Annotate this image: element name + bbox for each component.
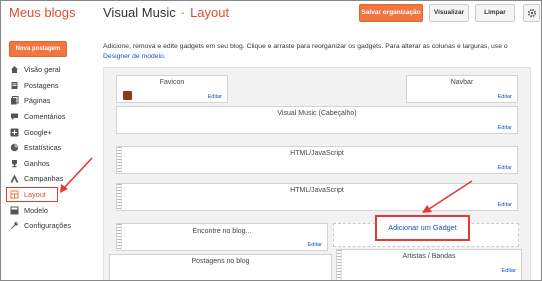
sidebar-item-label: Configurações bbox=[24, 221, 72, 231]
sidebar-item-label: Páginas bbox=[24, 96, 51, 106]
campaign-icon bbox=[10, 174, 19, 183]
sidebar-item-stats[interactable]: Estatísticas bbox=[1, 140, 97, 156]
gadget-title: Postagens no blog bbox=[191, 258, 250, 265]
trophy-icon bbox=[10, 159, 19, 168]
add-gadget-button[interactable]: Adicionar um Gadget bbox=[375, 215, 470, 241]
gadget-html-javascript-1[interactable]: HTML/JavaScript Editar bbox=[116, 146, 518, 174]
gadget-edit-link[interactable]: Editar bbox=[498, 202, 512, 208]
wrench-icon bbox=[10, 221, 19, 230]
sidebar-item-template[interactable]: Modelo bbox=[1, 202, 97, 218]
title-separator: · bbox=[180, 5, 186, 20]
sidebar-item-campaigns[interactable]: Campanhas bbox=[1, 171, 97, 187]
house-icon bbox=[10, 65, 19, 74]
gadget-edit-link[interactable]: Editar bbox=[498, 165, 512, 171]
intro-end: . bbox=[163, 52, 166, 60]
sidebar-item-pages[interactable]: Páginas bbox=[1, 93, 97, 109]
save-arrangement-button[interactable]: Salvar organização bbox=[359, 4, 423, 22]
section-title: Layout bbox=[190, 5, 230, 20]
sidebar-item-settings[interactable]: Configurações bbox=[1, 218, 97, 234]
gadget-edit-link[interactable]: Editar bbox=[308, 242, 322, 248]
gadget-title: Favicon bbox=[159, 79, 185, 86]
sidebar-item-overview[interactable]: Visão geral bbox=[1, 62, 97, 78]
gadget-title: HTML/JavaScript bbox=[290, 150, 344, 157]
gadget-title: Encontre no blog... bbox=[192, 228, 252, 235]
gadget-edit-link[interactable]: Editar bbox=[498, 94, 512, 100]
gadget-title: HTML/JavaScript bbox=[290, 187, 344, 194]
sidebar-item-label: Estatísticas bbox=[24, 143, 62, 153]
gadget-edit-link[interactable]: Editar bbox=[498, 125, 512, 131]
preview-button[interactable]: Visualizar bbox=[429, 4, 469, 22]
document-icon bbox=[10, 81, 19, 90]
gadget-header[interactable]: Visual Music (Cabeçalho) Editar bbox=[116, 106, 518, 134]
gadget-html-javascript-2[interactable]: HTML/JavaScript Editar bbox=[116, 183, 518, 211]
clear-button[interactable]: Limpar bbox=[475, 4, 515, 22]
intro-body: Adicione, remova e edite gadgets em seu … bbox=[103, 43, 508, 50]
gear-icon bbox=[527, 8, 536, 18]
gadget-artists[interactable]: Artistas / Bandas Editar bbox=[336, 249, 522, 280]
comment-icon bbox=[10, 112, 19, 121]
sidebar-item-label: Campanhas bbox=[24, 174, 64, 184]
pie-chart-icon bbox=[10, 143, 19, 152]
google-plus-icon bbox=[10, 128, 19, 137]
pages-icon bbox=[10, 96, 19, 105]
favicon-thumbnail bbox=[123, 91, 132, 100]
intro-text: Adicione, remova e edite gadgets em seu … bbox=[103, 42, 535, 61]
settings-button[interactable] bbox=[523, 4, 540, 22]
gadget-edit-link[interactable]: Editar bbox=[502, 268, 516, 274]
blog-title: Visual Music bbox=[103, 5, 176, 20]
sidebar-item-google-plus[interactable]: Google+ bbox=[1, 124, 97, 140]
brand-link[interactable]: Meus blogs bbox=[9, 5, 75, 20]
sidebar-item-layout[interactable]: Layout bbox=[1, 186, 97, 203]
gadget-blog-posts[interactable]: Postagens no blog bbox=[109, 254, 332, 280]
sidebar-item-label: Postagens bbox=[24, 80, 59, 90]
sidebar-item-earnings[interactable]: Ganhos bbox=[1, 156, 97, 172]
sidebar-item-label: Visão geral bbox=[24, 65, 61, 75]
gadget-edit-link[interactable]: Editar bbox=[208, 94, 222, 100]
sidebar-item-label: Modelo bbox=[24, 205, 48, 215]
annotation-highlight-box bbox=[6, 186, 58, 202]
screen-frame: Meus blogs Visual Music · Layout Salvar or… bbox=[0, 0, 542, 281]
gadget-navbar[interactable]: Navbar Editar bbox=[406, 75, 518, 103]
template-designer-link[interactable]: Designer de modelo bbox=[103, 53, 164, 60]
sidebar-item-comments[interactable]: Comentários bbox=[1, 109, 97, 125]
gadget-favicon[interactable]: Favicon Editar bbox=[116, 75, 228, 103]
new-post-button[interactable]: Nova postagem bbox=[9, 41, 67, 57]
sidebar-item-posts[interactable]: Postagens bbox=[1, 78, 97, 94]
page-heading: Visual Music · Layout bbox=[103, 5, 229, 20]
sidebar-item-label: Ganhos bbox=[24, 158, 50, 168]
gadget-title: Navbar bbox=[450, 79, 474, 86]
sidebar-item-label: Google+ bbox=[24, 127, 52, 137]
gadget-title: Visual Music (Cabeçalho) bbox=[277, 110, 357, 117]
gadget-title: Artistas / Bandas bbox=[402, 253, 456, 260]
gadget-search[interactable]: Encontre no blog... Editar bbox=[116, 223, 328, 251]
sidebar-nav: Visão geral Postagens Páginas Comentário… bbox=[1, 62, 97, 234]
sidebar-item-label: Comentários bbox=[24, 112, 66, 122]
template-icon bbox=[10, 206, 19, 215]
